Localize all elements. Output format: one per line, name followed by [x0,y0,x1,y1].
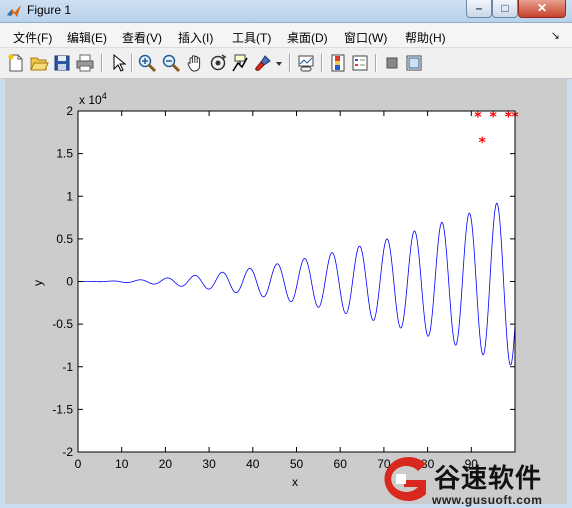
x-tick-label: 0 [75,457,82,471]
save-icon[interactable] [52,53,72,73]
show-plot-tools-icon[interactable] [404,53,424,73]
figure-toolbar [0,48,572,79]
x-tick-label: 10 [115,457,129,471]
rotate-3d-icon[interactable] [208,53,228,73]
insert-colorbar-icon[interactable] [328,53,348,73]
y-exponent-label: x 104 [79,91,107,107]
x-axis-label: x [292,475,298,489]
maximize-button[interactable]: □ [492,0,518,18]
menu-desktop[interactable]: 桌面(D) [287,29,328,46]
data-cursor-icon[interactable] [230,53,250,73]
x-tick-label: 40 [246,457,260,471]
print-icon[interactable] [75,53,95,73]
pan-hand-icon[interactable] [185,53,205,73]
link-plot-icon[interactable] [296,53,316,73]
title-bar[interactable]: Figure 1 – □ ✕ [0,0,572,23]
new-figure-icon[interactable] [6,53,26,73]
maximize-icon: □ [501,1,509,15]
edit-plot-arrow-icon[interactable] [108,53,128,73]
brush-icon[interactable] [253,53,273,73]
zoom-out-icon[interactable] [161,53,181,73]
menu-window[interactable]: 窗口(W) [344,29,387,46]
y-tick-label: -2 [62,445,73,459]
watermark: 谷速软件 www.gusuoft.com [374,450,572,508]
red-star-marker: * [474,109,482,125]
y-tick-label: 2 [66,104,73,118]
figure-window: Figure 1 – □ ✕ 文件(F) 编辑(E) 查看(V) 插入(I) 工… [0,0,572,508]
x-tick-label: 50 [290,457,304,471]
red-star-marker: * [479,135,487,151]
x-tick-label: 30 [202,457,216,471]
insert-legend-icon[interactable] [350,53,370,73]
toolbar-separator [375,54,377,72]
menu-help[interactable]: 帮助(H) [405,29,446,46]
toolbar-separator [289,54,291,72]
y-exponent-base: x 10 [79,93,102,107]
menu-file[interactable]: 文件(F) [13,29,52,46]
y-tick-label: 0 [66,275,73,289]
toolbar-separator [321,54,323,72]
watermark-title: 谷速软件 [434,463,543,493]
hide-plot-tools-icon[interactable] [382,53,402,73]
plot-area[interactable]: *** * * 0 10 20 30 40 50 60 70 80 90 -2-1.5-1-0.500… [5,79,567,504]
y-tick-label: -1 [62,360,73,374]
menu-edit[interactable]: 编辑(E) [67,29,107,46]
y-tick-label: -0.5 [52,317,73,331]
y-tick-label: 1.5 [56,147,73,161]
menu-dock-arrow-icon[interactable]: ↘ [551,29,560,42]
y-tick-label: 0.5 [56,232,73,246]
close-icon: ✕ [536,1,548,15]
y-tick-label: -1.5 [52,402,73,416]
window-title: Figure 1 [27,3,72,17]
axes-background [78,111,515,452]
figure-canvas: * * * * * 0 10 20 30 40 50 60 70 80 90 -2 -1.5 -1 -0.5 0 0… [5,79,567,504]
menu-tools[interactable]: 工具(T) [232,29,271,46]
x-tick-label: 60 [334,457,348,471]
watermark-url: www.gusuoft.com [432,493,543,507]
y-tick-label: 1 [66,189,73,203]
red-star-marker: * [489,109,497,125]
zoom-in-icon[interactable] [137,53,157,73]
menu-view[interactable]: 查看(V) [122,29,162,46]
close-button[interactable]: ✕ [518,0,566,18]
menu-insert[interactable]: 插入(I) [178,29,213,46]
open-file-icon[interactable] [29,53,49,73]
y-axis-label: y [31,280,45,286]
toolbar-separator [131,54,133,72]
minimize-button[interactable]: – [466,0,492,18]
matlab-logo-icon [7,5,21,17]
menu-bar: 文件(F) 编辑(E) 查看(V) 插入(I) 工具(T) 桌面(D) 窗口(W… [0,23,572,48]
x-tick-label: 20 [159,457,173,471]
brush-dropdown-icon[interactable] [274,53,284,73]
minimize-icon: – [475,1,483,15]
gusu-logo-icon [384,457,426,501]
toolbar-separator [101,54,103,72]
y-exponent-power: 4 [102,91,107,101]
